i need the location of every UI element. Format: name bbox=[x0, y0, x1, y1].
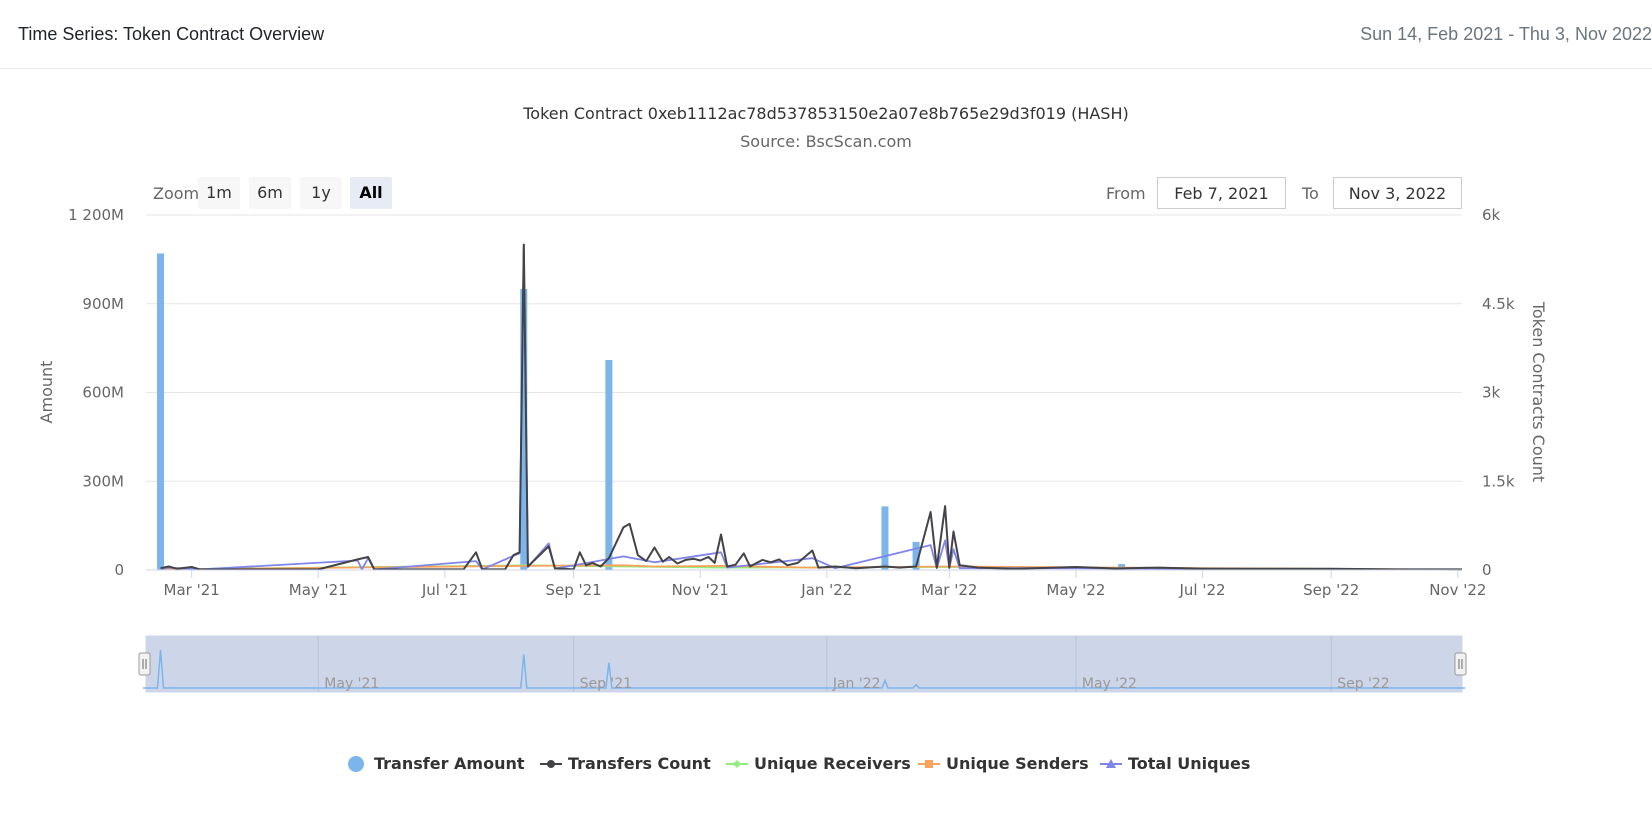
navigator-tick-label: May '22 bbox=[1082, 676, 1137, 692]
x-tick-label: Sep '21 bbox=[545, 581, 601, 599]
y2-tick-label: 6k bbox=[1482, 206, 1501, 224]
y2-tick-label: 3k bbox=[1482, 384, 1501, 402]
x-tick-label: Mar '22 bbox=[921, 581, 977, 599]
chart-svg: 0 300M 600M 900M 1 200M 0 1.5k 3k 4.5k 6k Amount… bbox=[37, 206, 1548, 693]
legend-label: Unique Receivers bbox=[754, 754, 911, 773]
y2-tick-label: 4.5k bbox=[1482, 295, 1515, 313]
y2-axis-title: Token Contracts Count bbox=[1529, 301, 1548, 482]
x-tick-label: Mar '21 bbox=[164, 581, 220, 599]
transfer-amount-bars bbox=[157, 253, 1163, 571]
x-axis-ticks: Mar '21 May '21 Jul '21 Sep '21 Nov '21 Jan '… bbox=[164, 570, 1486, 599]
x-tick-label: Nov '21 bbox=[672, 581, 729, 599]
navigator-tick-label: Sep '21 bbox=[580, 676, 633, 692]
left-axis-ticks: 0 300M 600M 900M 1 200M bbox=[68, 206, 124, 579]
legend-label: Transfer Amount bbox=[374, 754, 525, 773]
navigator-tick-label: Jan '22 bbox=[832, 676, 881, 692]
y-tick-label: 1 200M bbox=[68, 206, 124, 224]
x-tick-label: Jul '21 bbox=[421, 581, 468, 599]
right-axis-ticks: 0 1.5k 3k 4.5k 6k bbox=[1482, 206, 1515, 579]
navigator-left-handle[interactable] bbox=[138, 652, 151, 676]
y-tick-label: 900M bbox=[82, 295, 124, 313]
transfers-count-line bbox=[160, 243, 1462, 571]
token-overview-card: Time Series: Token Contract Overview Sun… bbox=[0, 0, 1652, 815]
y2-tick-label: 1.5k bbox=[1482, 472, 1515, 490]
y-tick-label: 600M bbox=[82, 384, 124, 402]
transfer-amount-bar bbox=[605, 359, 613, 570]
y-tick-label: 300M bbox=[82, 472, 124, 490]
navigator[interactable]: May '21 Sep '21 Jan '22 May '22 Sep '22 bbox=[138, 635, 1467, 693]
legend-label: Unique Senders bbox=[946, 754, 1089, 773]
x-tick-label: Jul '22 bbox=[1178, 581, 1225, 599]
y2-tick-label: 0 bbox=[1482, 561, 1492, 579]
x-tick-label: Jan '22 bbox=[800, 581, 852, 599]
transfer-amount-bar bbox=[881, 506, 889, 570]
x-tick-label: May '21 bbox=[289, 581, 348, 599]
navigator-right-handle[interactable] bbox=[1454, 652, 1467, 676]
y-axis-title: Amount bbox=[37, 361, 56, 424]
grid-lines bbox=[146, 214, 1462, 482]
navigator-tick-label: Sep '22 bbox=[1337, 676, 1390, 692]
total-uniques-line bbox=[160, 243, 1463, 571]
y-tick-label: 0 bbox=[114, 561, 124, 579]
series-lines bbox=[160, 243, 1463, 571]
x-tick-label: Sep '22 bbox=[1303, 581, 1359, 599]
navigator-tick-label: May '21 bbox=[324, 676, 379, 692]
legend-label: Transfers Count bbox=[568, 754, 711, 773]
chart-legend: Transfer Amount Transfers Count Unique R… bbox=[0, 752, 1652, 776]
transfer-amount-bar bbox=[157, 253, 165, 571]
x-tick-label: May '22 bbox=[1046, 581, 1105, 599]
legend-label: Total Uniques bbox=[1128, 754, 1251, 773]
x-tick-label: Nov '22 bbox=[1429, 581, 1486, 599]
